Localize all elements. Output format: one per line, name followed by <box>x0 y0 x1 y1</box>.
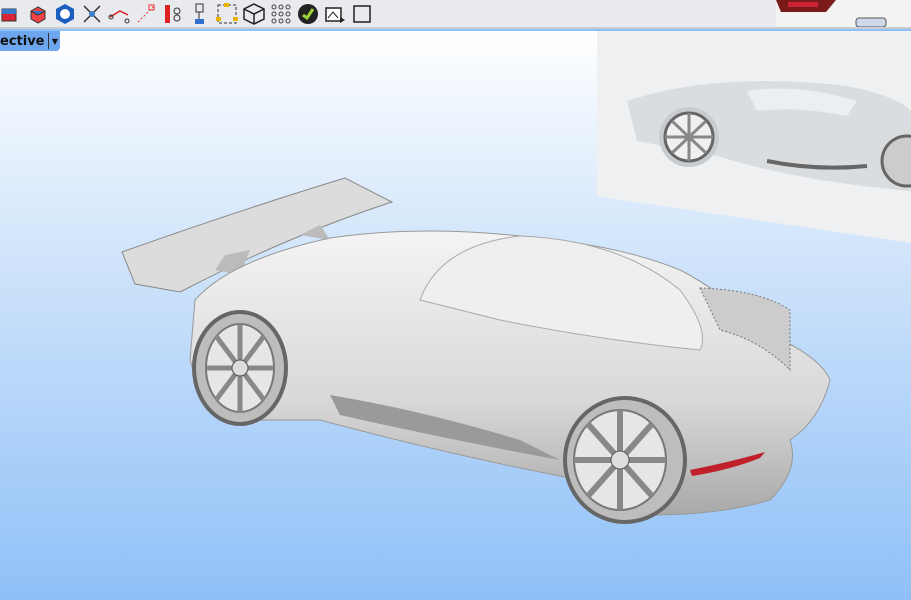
viewport-name: ective <box>0 33 45 49</box>
front-wheel <box>192 310 288 426</box>
viewport-tab-perspective[interactable]: ective ▼ <box>0 31 61 51</box>
car-model[interactable] <box>0 0 911 600</box>
rear-wheel <box>563 396 687 524</box>
triangle-down-icon[interactable]: ▼ <box>48 33 60 49</box>
